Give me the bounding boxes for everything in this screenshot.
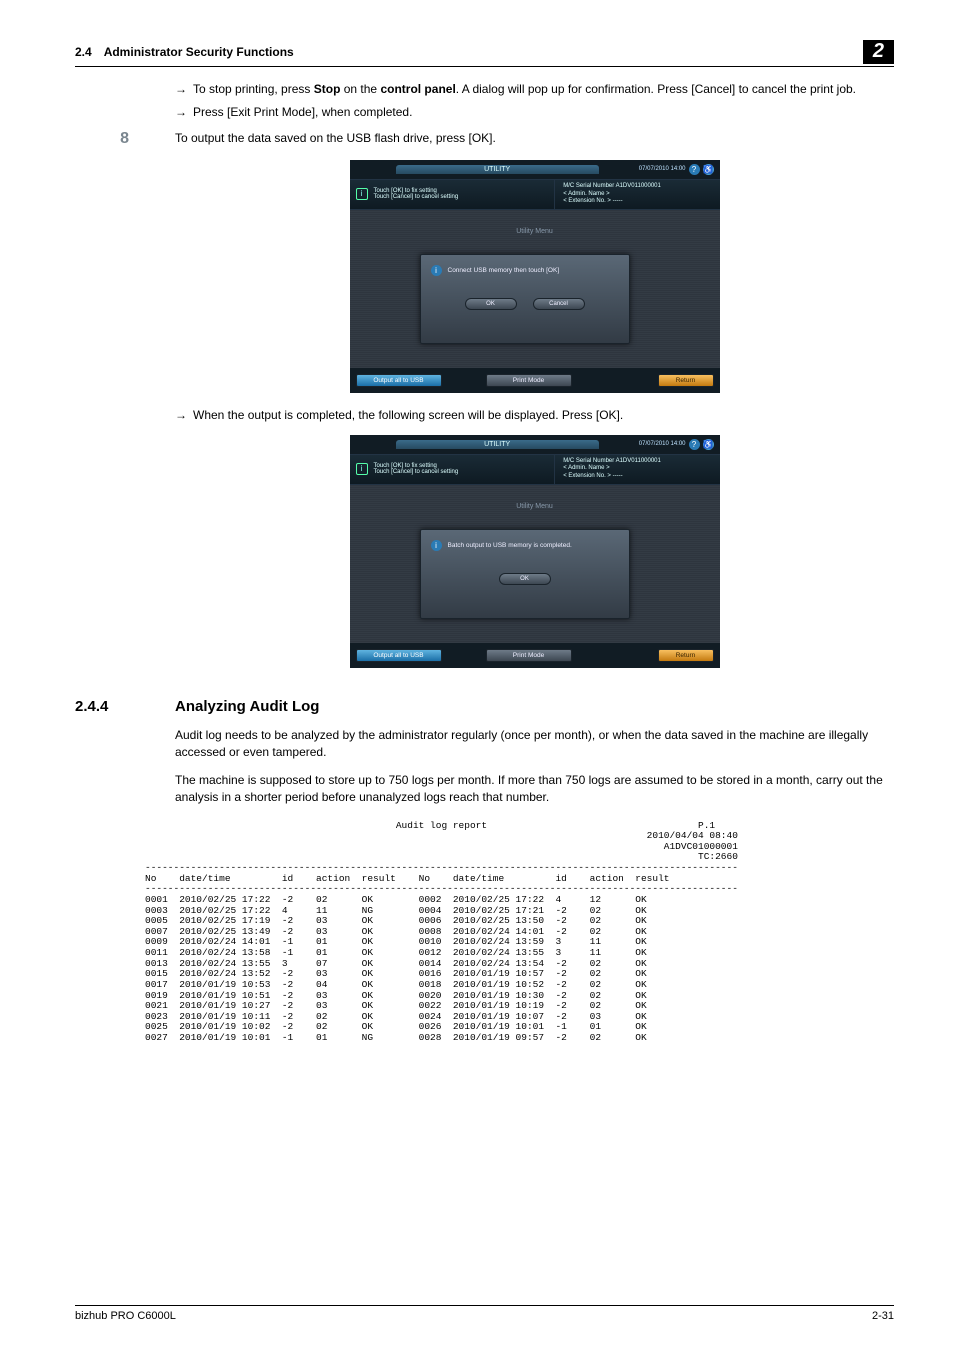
- output-all-to-usb-button[interactable]: Output all to USB: [356, 374, 442, 387]
- step-8: 8 To output the data saved on the USB fl…: [175, 130, 894, 148]
- ss-tab-utility: UTILITY: [396, 440, 599, 449]
- output-all-to-usb-button[interactable]: Output all to USB: [356, 649, 442, 662]
- screenshot-usb-completed: UTILITY 07/07/2010 14:00 ? ♿ i Touch [OK…: [350, 435, 720, 668]
- serial-label: M/C Serial Number A1DV011000001: [563, 458, 711, 466]
- para-2: The machine is supposed to store up to 7…: [175, 772, 894, 807]
- print-mode-button[interactable]: Print Mode: [486, 649, 572, 662]
- ok-button[interactable]: OK: [465, 298, 517, 310]
- footer-right: 2-31: [872, 1310, 894, 1322]
- hint-line2: Touch [Cancel] to cancel setting: [374, 469, 459, 475]
- step-number: 8: [105, 130, 129, 148]
- info-icon: i: [431, 540, 442, 551]
- ss-tab-utility: UTILITY: [396, 165, 599, 174]
- ext-label: < Extension No. > -----: [563, 473, 711, 481]
- serial-label: M/C Serial Number A1DV011000001: [563, 183, 711, 191]
- ext-label: < Extension No. > -----: [563, 198, 711, 206]
- info-icon: i: [356, 188, 368, 200]
- ss-subtab: Utility Menu: [350, 210, 720, 235]
- admin-label: < Admin. Name >: [563, 465, 711, 473]
- page-footer: bizhub PRO C6000L 2-31: [75, 1305, 894, 1322]
- admin-label: < Admin. Name >: [563, 191, 711, 199]
- return-button[interactable]: Return: [658, 649, 714, 662]
- hint-line2: Touch [Cancel] to cancel setting: [374, 194, 459, 200]
- text: . A dialog will pop up for confirmation.…: [456, 82, 856, 96]
- info-icon: i: [431, 265, 442, 276]
- cancel-button[interactable]: Cancel: [533, 298, 585, 310]
- accessibility-icon[interactable]: ♿: [703, 439, 714, 450]
- text: on the: [340, 82, 380, 96]
- bullet-output-completed: When the output is completed, the follow…: [175, 407, 894, 424]
- help-icon[interactable]: ?: [689, 164, 700, 175]
- dialog-connect-usb: i Connect USB memory then touch [OK] OK …: [420, 254, 630, 344]
- para-1: Audit log needs to be analyzed by the ad…: [175, 727, 894, 762]
- print-mode-button[interactable]: Print Mode: [486, 374, 572, 387]
- dialog-output-completed: i Batch output to USB memory is complete…: [420, 529, 630, 619]
- section-number: 2.4: [75, 45, 92, 59]
- dialog-text: Batch output to USB memory is completed.: [448, 542, 572, 549]
- page-header: 2.4 Administrator Security Functions 2: [75, 40, 894, 67]
- ss-subtab: Utility Menu: [350, 485, 720, 510]
- ss-datetime: 07/07/2010 14:00: [639, 166, 686, 172]
- bold-stop: Stop: [314, 82, 341, 96]
- step-text: To output the data saved on the USB flas…: [175, 130, 894, 147]
- screenshot-usb-connect: UTILITY 07/07/2010 14:00 ? ♿ i Touch [OK…: [350, 160, 720, 393]
- footer-left: bizhub PRO C6000L: [75, 1310, 176, 1322]
- heading-2-4-4: 2.4.4 Analyzing Audit Log: [175, 698, 894, 715]
- bold-control-panel: control panel: [380, 82, 455, 96]
- accessibility-icon[interactable]: ♿: [703, 164, 714, 175]
- heading-number: 2.4.4: [75, 698, 175, 715]
- chapter-badge: 2: [863, 40, 894, 64]
- ok-button[interactable]: OK: [499, 573, 551, 585]
- text: To stop printing, press: [193, 82, 314, 96]
- dialog-text: Connect USB memory then touch [OK]: [448, 267, 560, 274]
- help-icon[interactable]: ?: [689, 439, 700, 450]
- return-button[interactable]: Return: [658, 374, 714, 387]
- section-title: Administrator Security Functions: [104, 45, 294, 59]
- audit-log-report: Audit log report P.1 2010/04/04 08:40: [145, 821, 904, 1044]
- ss-datetime: 07/07/2010 14:00: [639, 441, 686, 447]
- info-icon: i: [356, 463, 368, 475]
- bullet-stop-printing: To stop printing, press Stop on the cont…: [175, 81, 894, 98]
- heading-title: Analyzing Audit Log: [175, 698, 319, 715]
- bullet-exit-print-mode: Press [Exit Print Mode], when completed.: [175, 104, 894, 121]
